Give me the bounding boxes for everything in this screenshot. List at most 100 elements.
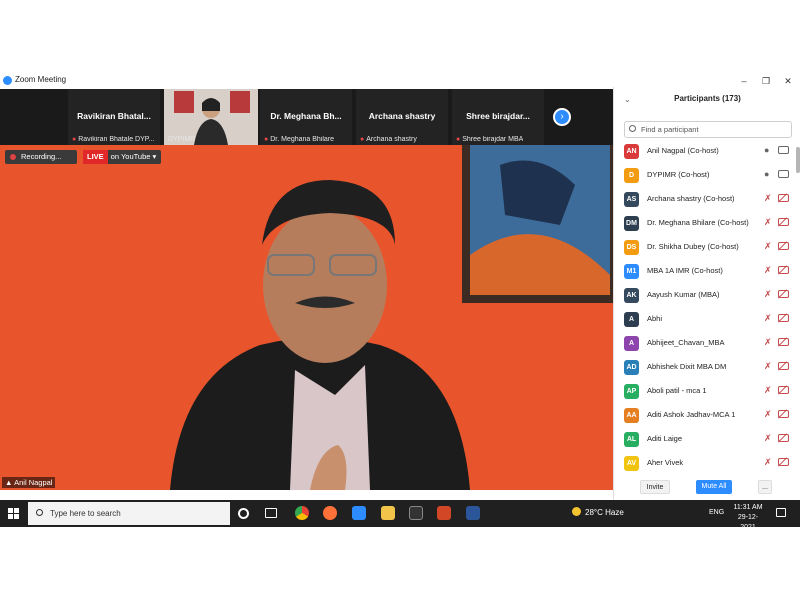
main-video[interactable]: Recording... LIVE on YouTube ▾ ▲ Anil Nag… — [0, 145, 613, 490]
live-target: on YouTube — [110, 152, 151, 161]
tile-label: ● Shree birajdar MBA — [456, 136, 524, 143]
close-icon[interactable]: ✕ — [777, 76, 799, 87]
record-icon — [10, 154, 16, 160]
clock[interactable]: 11:31 AM 29-12-2021 — [733, 503, 763, 533]
tile-name: Shree birajdar... — [466, 111, 530, 121]
camera-icon[interactable] — [778, 170, 789, 178]
video-tile[interactable]: Dr. Meghana Bh... ● Dr. Meghana Bhilare — [260, 89, 352, 145]
file-explorer-icon[interactable] — [381, 506, 395, 520]
terminal-icon[interactable] — [409, 506, 423, 520]
participant-row[interactable]: AN Anil Nagpal (Co-host) ● — [614, 140, 800, 164]
mic-off-icon[interactable]: ✗ — [764, 217, 772, 228]
participant-row[interactable]: AL Aditi Laige ✗ — [614, 428, 800, 452]
participant-row[interactable]: AD Abhishek Dixit MBA DM ✗ — [614, 356, 800, 380]
camera-off-icon[interactable] — [778, 242, 789, 250]
mic-off-icon[interactable]: ✗ — [764, 193, 772, 204]
camera-off-icon[interactable] — [778, 362, 789, 370]
mic-off-icon: ● — [72, 136, 77, 143]
camera-off-icon[interactable] — [778, 290, 789, 298]
invite-button[interactable]: Invite — [640, 480, 670, 494]
word-icon[interactable] — [466, 506, 480, 520]
participant-search-input[interactable]: Find a participant — [624, 121, 792, 138]
minimize-icon[interactable]: – — [733, 76, 755, 86]
windows-start-icon[interactable] — [8, 508, 19, 519]
participant-row[interactable]: D DYPIMR (Co-host) ● — [614, 164, 800, 188]
mic-off-icon[interactable]: ✗ — [764, 385, 772, 396]
participant-row[interactable]: A Abhi ✗ — [614, 308, 800, 332]
notification-icon[interactable] — [776, 508, 786, 517]
tile-label: ● Dr. Meghana Bhilare — [264, 136, 335, 143]
camera-off-icon[interactable] — [778, 458, 789, 466]
camera-off-icon[interactable] — [778, 410, 789, 418]
participant-name: Aboli patil - mca 1 — [647, 386, 707, 395]
participant-row[interactable]: AA Aditi Ashok Jadhav-MCA 1 ✗ — [614, 404, 800, 428]
chevron-right-icon[interactable]: › — [553, 108, 571, 126]
participant-row[interactable]: DM Dr. Meghana Bhilare (Co-host) ✗ — [614, 212, 800, 236]
avatar: AS — [624, 192, 639, 207]
camera-off-icon[interactable] — [778, 386, 789, 394]
firefox-icon[interactable] — [323, 506, 337, 520]
video-tile[interactable]: Ravikiran Bhatal... ● Ravikiran Bhatale D… — [68, 89, 160, 145]
participant-row[interactable]: A Abhijeet_Chavan_MBA ✗ — [614, 332, 800, 356]
participant-name: Dr. Shikha Dubey (Co-host) — [647, 242, 739, 251]
camera-off-icon[interactable] — [778, 434, 789, 442]
cortana-icon[interactable] — [238, 508, 249, 519]
participant-name: DYPIMR (Co-host) — [647, 170, 710, 179]
participant-row[interactable]: AV Aher Vivek ✗ — [614, 452, 800, 476]
participant-name: Dr. Meghana Bhilare (Co-host) — [647, 218, 749, 227]
powerpoint-icon[interactable] — [437, 506, 451, 520]
avatar: D — [624, 168, 639, 183]
mic-off-icon[interactable]: ✗ — [764, 313, 772, 324]
mic-off-icon[interactable]: ✗ — [764, 361, 772, 372]
camera-off-icon[interactable] — [778, 266, 789, 274]
camera-off-icon[interactable] — [778, 314, 789, 322]
camera-off-icon[interactable] — [778, 338, 789, 346]
weather-widget[interactable]: 28°C Haze — [572, 507, 624, 517]
taskbar: Type here to search 28°C Haze ENG 11:31 … — [0, 500, 800, 531]
participant-row[interactable]: AP Aboli patil - mca 1 ✗ — [614, 380, 800, 404]
avatar: DS — [624, 240, 639, 255]
language-indicator[interactable]: ENG — [709, 509, 724, 516]
participant-row[interactable]: DS Dr. Shikha Dubey (Co-host) ✗ — [614, 236, 800, 260]
camera-off-icon[interactable] — [778, 194, 789, 202]
tile-label: ● Archana shastry — [360, 136, 417, 143]
avatar: AK — [624, 288, 639, 303]
chrome-icon[interactable] — [295, 506, 309, 520]
avatar: AL — [624, 432, 639, 447]
more-button[interactable]: ... — [758, 480, 772, 494]
task-view-icon[interactable] — [265, 508, 277, 518]
restore-icon[interactable]: ❐ — [755, 76, 777, 87]
mic-icon[interactable]: ● — [764, 169, 769, 179]
participant-row[interactable]: M1 MBA 1A IMR (Co-host) ✗ — [614, 260, 800, 284]
tile-name: Ravikiran Bhatal... — [77, 111, 151, 121]
avatar: AV — [624, 456, 639, 471]
video-tile[interactable]: Shree birajdar... ● Shree birajdar MBA — [452, 89, 544, 145]
mic-off-icon[interactable]: ✗ — [764, 289, 772, 300]
video-tile[interactable]: DYPIMR — [164, 89, 258, 145]
mic-icon[interactable]: ● — [764, 145, 769, 155]
mic-off-icon[interactable]: ✗ — [764, 433, 772, 444]
mic-off-icon[interactable]: ✗ — [764, 265, 772, 276]
participant-name: Anil Nagpal (Co-host) — [647, 146, 719, 155]
window-title: Zoom Meeting — [15, 75, 67, 84]
video-tile[interactable]: Archana shastry ● Archana shastry — [356, 89, 448, 145]
taskbar-search-input[interactable]: Type here to search — [28, 502, 230, 525]
zoom-icon[interactable] — [352, 506, 366, 520]
recording-indicator[interactable]: Recording... — [5, 150, 77, 164]
mic-off-icon[interactable]: ✗ — [764, 457, 772, 468]
mic-off-icon[interactable]: ✗ — [764, 241, 772, 252]
participant-name: Abhi — [647, 314, 663, 323]
tile-name: Archana shastry — [368, 111, 436, 121]
zoom-logo-icon — [3, 76, 12, 85]
camera-off-icon[interactable] — [778, 218, 789, 226]
participant-row[interactable]: AS Archana shastry (Co-host) ✗ — [614, 188, 800, 212]
participant-row[interactable]: AK Aayush Kumar (MBA) ✗ — [614, 284, 800, 308]
participants-footer: Invite Mute All ... — [614, 476, 800, 500]
avatar: AP — [624, 384, 639, 399]
mic-off-icon[interactable]: ✗ — [764, 337, 772, 348]
live-indicator[interactable]: LIVE on YouTube ▾ — [83, 150, 161, 164]
mic-off-icon[interactable]: ✗ — [764, 409, 772, 420]
mute-all-button[interactable]: Mute All — [696, 480, 732, 494]
participant-name: Abhijeet_Chavan_MBA — [647, 338, 725, 347]
camera-icon[interactable] — [778, 146, 789, 154]
